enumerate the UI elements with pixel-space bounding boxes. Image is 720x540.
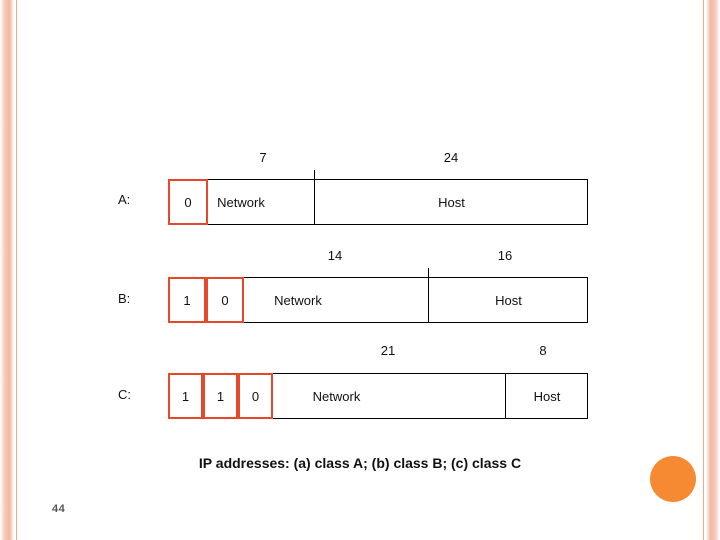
class-b-leading-bit-1: 0 xyxy=(206,277,244,323)
class-a-host-bits: 24 xyxy=(443,150,459,165)
class-c-leading-bit-2: 0 xyxy=(238,373,273,419)
class-a-network-bits: 7 xyxy=(259,150,267,165)
class-c-network-bits: 21 xyxy=(380,343,396,358)
ip-address-class-diagram: 7 24 A: Network Host 0 14 16 B: Network … xyxy=(0,0,720,540)
class-a-leading-bit-0: 0 xyxy=(168,179,208,225)
class-c-host-bits: 8 xyxy=(539,343,547,358)
class-b-row-label: B: xyxy=(118,291,131,306)
class-b-host-bits: 16 xyxy=(497,248,513,263)
class-b-network-bits: 14 xyxy=(327,248,343,263)
class-c-host-cell: Host xyxy=(533,388,561,404)
diagram-caption: IP addresses: (a) class A; (b) class B; … xyxy=(198,455,522,471)
class-c-row-label: C: xyxy=(118,387,131,402)
class-a-host-cell: Host xyxy=(438,194,465,210)
slide-number: 44 xyxy=(52,503,66,515)
class-b-host-cell: Host xyxy=(495,292,522,308)
class-c-leading-bit-1: 1 xyxy=(203,373,238,419)
class-c-leading-bit-0: 1 xyxy=(168,373,203,419)
class-a-row-label: A: xyxy=(118,192,131,207)
class-b-leading-bit-0: 1 xyxy=(168,277,206,323)
